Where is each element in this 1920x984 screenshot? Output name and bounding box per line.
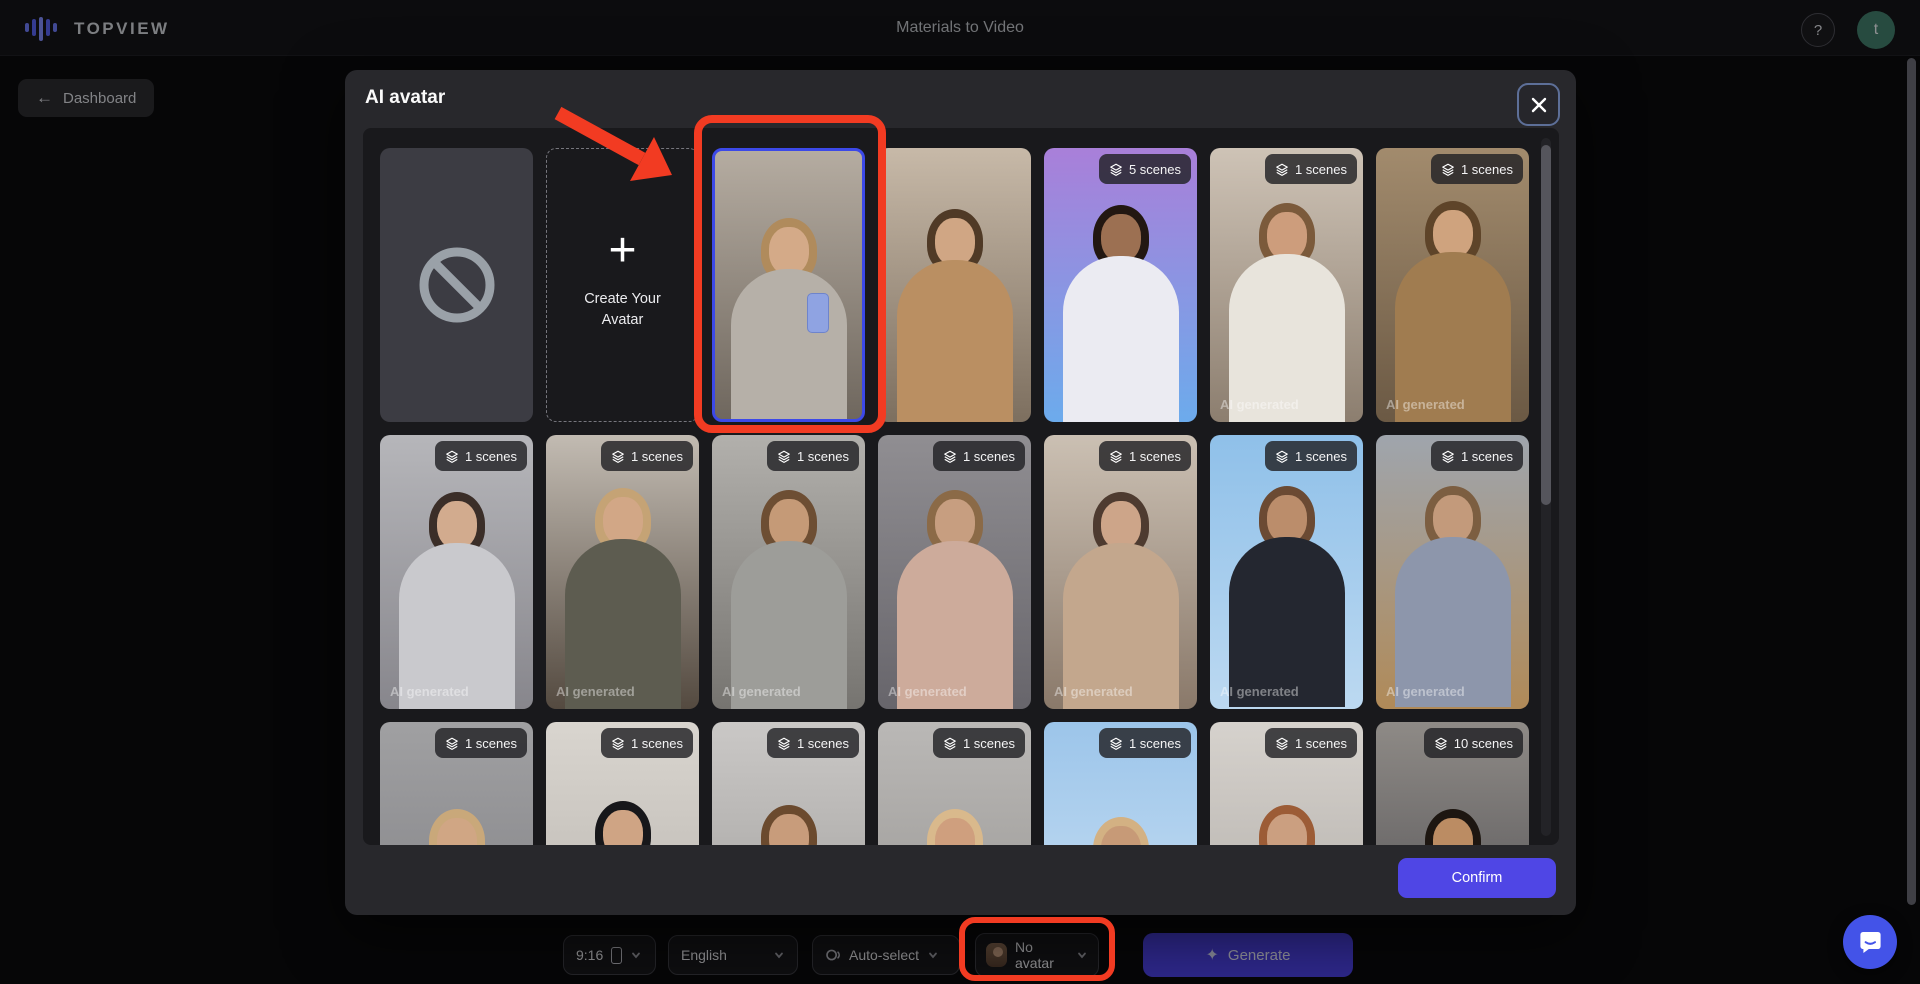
avatar-tile[interactable]: 1 scenes AI generated [712, 435, 865, 709]
avatar-tile-selected[interactable] [712, 148, 865, 422]
ai-generated-watermark: AI generated [1054, 684, 1133, 699]
scenes-badge: 1 scenes [1431, 441, 1523, 471]
scenes-badge: 10 scenes [1424, 728, 1523, 758]
avatar-tile[interactable]: 1 scenes AI generated [878, 435, 1031, 709]
scenes-badge: 1 scenes [1265, 441, 1357, 471]
circle-slash-icon [417, 245, 497, 325]
scenes-badge-label: 1 scenes [1129, 736, 1181, 751]
layers-icon [1441, 449, 1455, 464]
avatar-tile[interactable] [878, 148, 1031, 422]
avatar-tile[interactable]: 1 scenes AI generated [1210, 435, 1363, 709]
scenes-badge: 1 scenes [1099, 728, 1191, 758]
scenes-badge: 1 scenes [933, 441, 1025, 471]
close-button[interactable] [1517, 83, 1560, 126]
layers-icon [611, 736, 625, 751]
scenes-badge-label: 1 scenes [631, 449, 683, 464]
avatar-tile[interactable]: 1 scenes AI generated [380, 435, 533, 709]
close-icon [1530, 96, 1548, 114]
layers-icon [1434, 736, 1448, 751]
avatar-tile[interactable]: 1 scenes AI generated [1210, 148, 1363, 422]
avatar-tile[interactable]: 1 scenes [1210, 722, 1363, 845]
scenes-badge: 1 scenes [1431, 154, 1523, 184]
app-root: TOPVIEW Materials to Video ? t ← Dashboa… [0, 0, 1920, 984]
ai-generated-watermark: AI generated [722, 684, 801, 699]
layers-icon [611, 449, 625, 464]
scenes-badge-label: 1 scenes [963, 736, 1015, 751]
plus-icon: + [547, 227, 698, 275]
avatar-tile[interactable]: 1 scenes AI generated [546, 435, 699, 709]
scenes-badge-label: 1 scenes [1129, 449, 1181, 464]
avatar-tile[interactable]: 1 scenes [380, 722, 533, 845]
avatar-tile[interactable]: 1 scenes AI generated [1376, 148, 1529, 422]
avatar-tile[interactable]: 1 scenes AI generated [1376, 435, 1529, 709]
phone-prop [807, 293, 829, 333]
layers-icon [1109, 449, 1123, 464]
scenes-badge: 1 scenes [601, 728, 693, 758]
ai-generated-watermark: AI generated [888, 684, 967, 699]
ai-generated-watermark: AI generated [1386, 397, 1465, 412]
layers-icon [1441, 162, 1455, 177]
avatar-grid-panel: + Create YourAvatar 5 scenes 1 scenes AI gen… [363, 128, 1559, 845]
layers-icon [1275, 449, 1289, 464]
scenes-badge-label: 1 scenes [1295, 736, 1347, 751]
avatar-tile[interactable]: 1 scenes [1044, 722, 1197, 845]
scenes-badge-label: 1 scenes [1461, 449, 1513, 464]
create-avatar-tile[interactable]: + Create YourAvatar [546, 148, 699, 422]
scenes-badge-label: 1 scenes [465, 449, 517, 464]
scenes-badge: 1 scenes [933, 728, 1025, 758]
layers-icon [1109, 736, 1123, 751]
no-avatar-tile[interactable] [380, 148, 533, 422]
scenes-badge: 1 scenes [1265, 728, 1357, 758]
ai-generated-watermark: AI generated [1220, 397, 1299, 412]
scenes-badge-label: 1 scenes [1295, 449, 1347, 464]
scenes-badge: 1 scenes [767, 728, 859, 758]
modal-title: AI avatar [365, 87, 445, 109]
layers-icon [1109, 162, 1123, 177]
layers-icon [943, 449, 957, 464]
layers-icon [445, 449, 459, 464]
layers-icon [1275, 736, 1289, 751]
grid-scrollbar-thumb[interactable] [1541, 145, 1551, 505]
scenes-badge: 1 scenes [435, 728, 527, 758]
scenes-badge-label: 1 scenes [1295, 162, 1347, 177]
scenes-badge-label: 5 scenes [1129, 162, 1181, 177]
avatar-tile[interactable]: 1 scenes [546, 722, 699, 845]
scenes-badge-label: 1 scenes [465, 736, 517, 751]
ai-generated-watermark: AI generated [1220, 684, 1299, 699]
scenes-badge: 1 scenes [767, 441, 859, 471]
ai-avatar-modal: AI avatar + Create YourAvatar 5 scenes 1 sc… [345, 70, 1576, 915]
scenes-badge-label: 10 scenes [1454, 736, 1513, 751]
avatar-tile[interactable]: 10 scenes [1376, 722, 1529, 845]
scenes-badge-label: 1 scenes [797, 449, 849, 464]
ai-generated-watermark: AI generated [390, 684, 469, 699]
scenes-badge-label: 1 scenes [963, 449, 1015, 464]
avatar-tile[interactable]: 1 scenes [878, 722, 1031, 845]
chat-widget-button[interactable] [1843, 915, 1897, 969]
avatar-tile[interactable]: 1 scenes [712, 722, 865, 845]
create-avatar-label: Create YourAvatar [547, 289, 698, 331]
layers-icon [777, 449, 791, 464]
page-scrollbar[interactable] [1907, 58, 1916, 905]
scenes-badge-label: 1 scenes [631, 736, 683, 751]
avatar-tile[interactable]: 1 scenes AI generated [1044, 435, 1197, 709]
layers-icon [943, 736, 957, 751]
ai-generated-watermark: AI generated [1386, 684, 1465, 699]
scenes-badge-label: 1 scenes [1461, 162, 1513, 177]
scenes-badge: 1 scenes [435, 441, 527, 471]
layers-icon [1275, 162, 1289, 177]
scenes-badge-label: 1 scenes [797, 736, 849, 751]
scenes-badge: 1 scenes [1099, 441, 1191, 471]
ai-generated-watermark: AI generated [556, 684, 635, 699]
scenes-badge: 1 scenes [1265, 154, 1357, 184]
layers-icon [777, 736, 791, 751]
scenes-badge: 5 scenes [1099, 154, 1191, 184]
chat-bubble-icon [1857, 929, 1883, 955]
confirm-button[interactable]: Confirm [1398, 858, 1556, 898]
layers-icon [445, 736, 459, 751]
avatar-tile[interactable]: 5 scenes [1044, 148, 1197, 422]
scenes-badge: 1 scenes [601, 441, 693, 471]
